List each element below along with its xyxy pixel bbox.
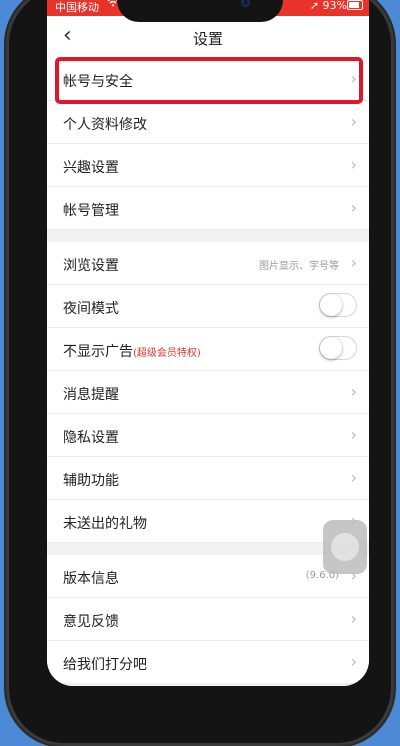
battery-icon xyxy=(347,0,363,10)
phone-frame: 中国移动 ➚ 93% ‹ 设置 帐号与安全 › 个人资料修改 › 兴趣设置 › … xyxy=(6,0,394,746)
row-profile-edit[interactable]: 个人资料修改 › xyxy=(47,101,369,144)
row-unsent-gifts[interactable]: 未送出的礼物 › xyxy=(47,500,369,543)
row-label: 夜间模式 xyxy=(63,301,119,317)
location-arrow-icon: ➚ xyxy=(309,0,320,12)
chevron-right-icon: › xyxy=(350,425,357,444)
row-privacy-settings[interactable]: 隐私设置 › xyxy=(47,414,369,457)
phone-notch xyxy=(117,0,283,22)
row-label: 给我们打分吧 xyxy=(63,657,147,673)
row-label: 兴趣设置 xyxy=(63,160,119,176)
screen: 中国移动 ➚ 93% ‹ 设置 帐号与安全 › 个人资料修改 › 兴趣设置 › … xyxy=(47,0,369,686)
row-night-mode: 夜间模式 xyxy=(47,285,369,328)
row-label: 个人资料修改 xyxy=(63,117,147,133)
chevron-right-icon: › xyxy=(350,652,357,671)
camera-icon xyxy=(241,0,250,7)
row-rate-us[interactable]: 给我们打分吧 › xyxy=(47,641,369,684)
chevron-right-icon: › xyxy=(350,253,357,272)
row-label: 版本信息 xyxy=(63,571,119,587)
row-version-info[interactable]: 版本信息 (9.6.0) › xyxy=(47,555,369,598)
chevron-right-icon: › xyxy=(350,609,357,628)
row-label: 帐号管理 xyxy=(63,203,119,219)
carrier-name: 中国移动 xyxy=(55,1,99,14)
page-title: 设置 xyxy=(192,30,223,48)
toggle-knob xyxy=(320,337,342,359)
row-label: 辅助功能 xyxy=(63,473,119,489)
highlight-box xyxy=(55,57,363,104)
row-accessibility[interactable]: 辅助功能 › xyxy=(47,457,369,500)
section-divider xyxy=(47,543,369,555)
vip-badge: (超级会员特权) xyxy=(133,348,201,359)
row-label: 不显示广告 xyxy=(63,344,133,360)
row-label: 消息提醒 xyxy=(63,387,119,403)
assistive-touch-icon xyxy=(331,533,359,561)
battery-percent: 93% xyxy=(322,0,347,12)
assistive-touch-button[interactable] xyxy=(323,520,367,574)
row-hide-ads: 不显示广告 (超级会员特权) xyxy=(47,328,369,371)
chevron-right-icon: › xyxy=(350,468,357,487)
night-mode-toggle[interactable] xyxy=(319,293,357,317)
row-label: 意见反馈 xyxy=(63,614,119,630)
status-right: ➚ 93% xyxy=(310,0,347,12)
nav-bar: ‹ 设置 xyxy=(47,16,369,58)
chevron-right-icon: › xyxy=(350,155,357,174)
row-account-management[interactable]: 帐号管理 › xyxy=(47,187,369,230)
toggle-knob xyxy=(320,294,342,316)
row-interest-settings[interactable]: 兴趣设置 › xyxy=(47,144,369,187)
chevron-right-icon: › xyxy=(350,198,357,217)
row-browse-settings[interactable]: 浏览设置 图片显示、字号等 › xyxy=(47,242,369,285)
row-feedback[interactable]: 意见反馈 › xyxy=(47,598,369,641)
row-label: 隐私设置 xyxy=(63,430,119,446)
row-label: 未送出的礼物 xyxy=(63,516,147,532)
list-bottom-fill xyxy=(47,684,369,686)
chevron-right-icon: › xyxy=(350,112,357,131)
hide-ads-toggle[interactable] xyxy=(319,336,357,360)
settings-list: 帐号与安全 › 个人资料修改 › 兴趣设置 › 帐号管理 › 浏览设置 图片显示… xyxy=(47,58,369,686)
section-divider xyxy=(47,230,369,242)
row-label: 浏览设置 xyxy=(63,258,119,274)
chevron-right-icon: › xyxy=(350,382,357,401)
row-hint: 图片显示、字号等 xyxy=(259,261,339,272)
row-notifications[interactable]: 消息提醒 › xyxy=(47,371,369,414)
